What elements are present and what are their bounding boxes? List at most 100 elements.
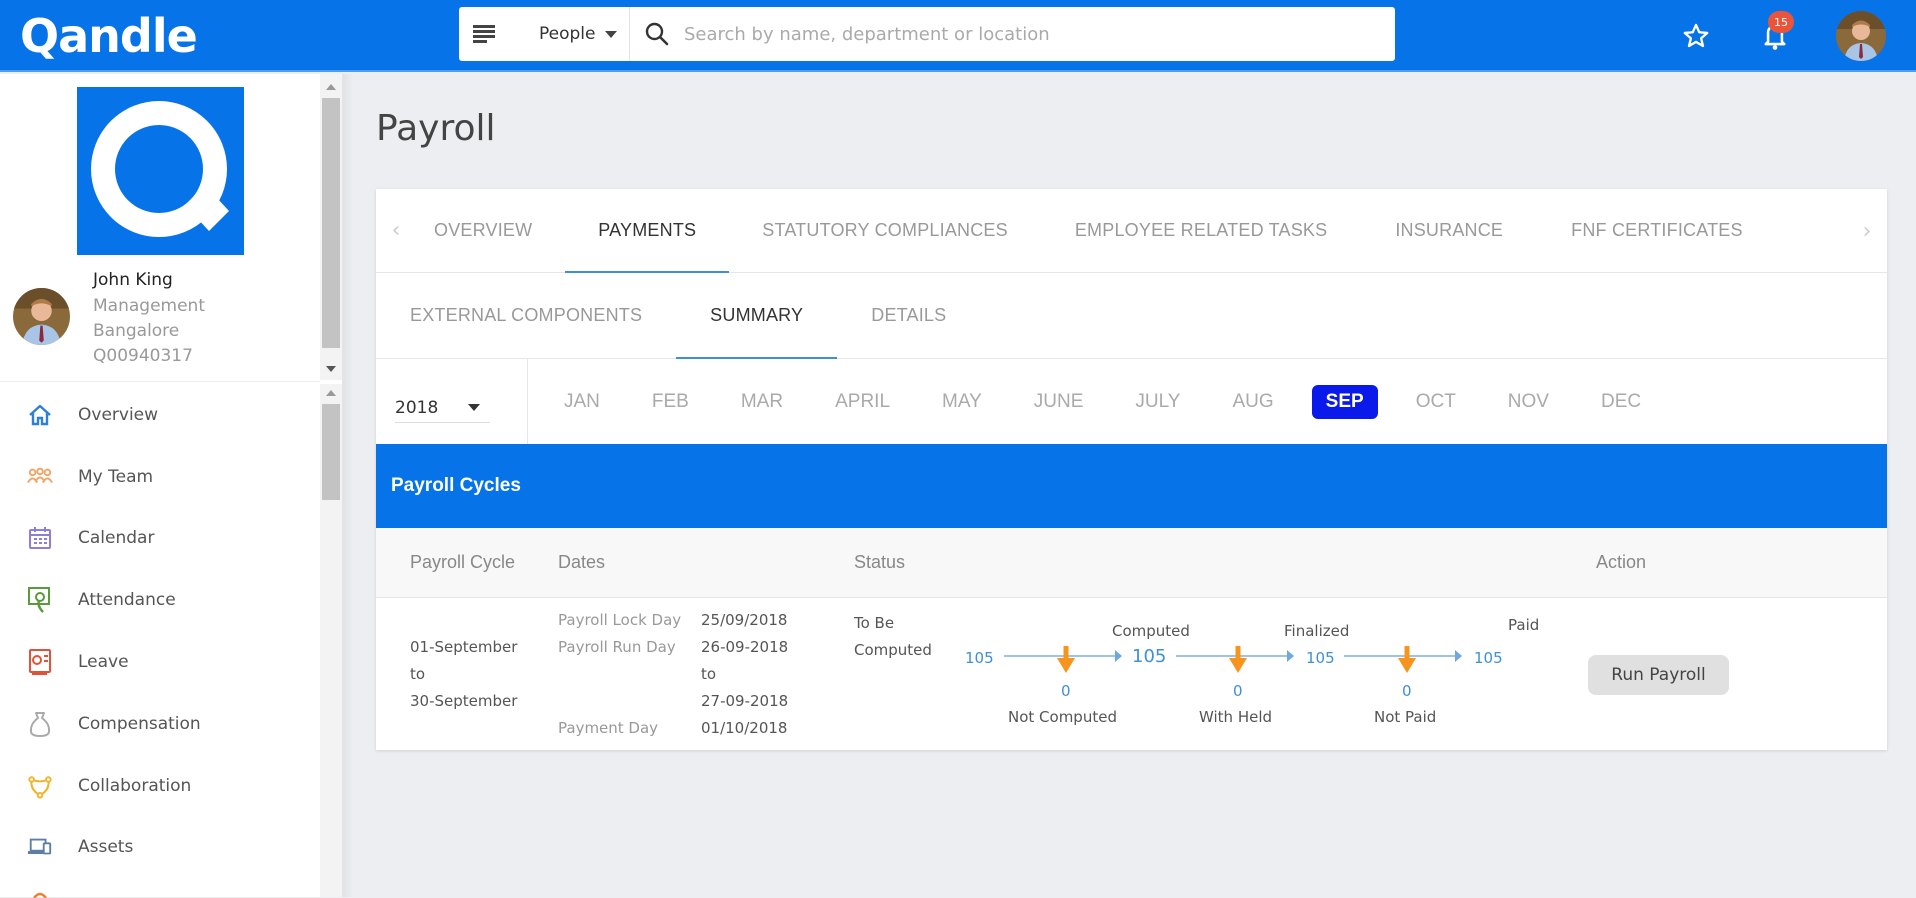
year-value: 2018: [395, 397, 439, 418]
scroll-thumb[interactable]: [322, 404, 340, 500]
scroll-thumb[interactable]: [322, 98, 340, 348]
sidebar-item-label: Assets: [78, 837, 134, 858]
year-dropdown[interactable]: 2018: [395, 393, 490, 423]
sidebar-nav: Overview My Team Calendar Attendance Lea…: [0, 384, 320, 898]
profile-department: Management: [93, 296, 205, 316]
stage-count-to-be-computed[interactable]: 105: [965, 649, 994, 667]
arrow-down-icon: [1398, 646, 1416, 673]
run-day-label: Payroll Run Day: [558, 638, 676, 656]
sidebar-item-assets[interactable]: Assets: [0, 817, 320, 879]
month-july[interactable]: JULY: [1121, 385, 1194, 419]
scroll-up-icon[interactable]: [326, 390, 336, 396]
tab-label: EMPLOYEE RELATED TASKS: [1074, 220, 1328, 240]
tab-employee-related-tasks[interactable]: EMPLOYEE RELATED TASKS: [1041, 189, 1361, 272]
tab-external-components[interactable]: EXTERNAL COMPONENTS: [376, 273, 676, 358]
tab-payments[interactable]: PAYMENTS: [565, 189, 730, 273]
sidebar-item-calendar[interactable]: Calendar: [0, 508, 320, 570]
page-title: Payroll: [376, 108, 496, 149]
month-april[interactable]: APRIL: [821, 385, 904, 419]
month-sep[interactable]: SEP: [1311, 384, 1378, 419]
sidebar-item-collaboration[interactable]: Collaboration: [0, 755, 320, 817]
nav-scrollbar[interactable]: [320, 384, 342, 897]
chevron-down-icon: [605, 30, 617, 38]
tab-insurance[interactable]: INSURANCE: [1361, 189, 1537, 272]
search-category-dropdown[interactable]: People: [509, 7, 630, 61]
tab-statutory-compliances[interactable]: STATUTORY COMPLIANCES: [729, 189, 1041, 272]
sidebar-item-label: Collaboration: [78, 775, 192, 796]
profile-location: Bangalore: [93, 321, 180, 341]
month-mar[interactable]: MAR: [727, 385, 797, 419]
month-nov[interactable]: NOV: [1494, 385, 1563, 419]
sidebar-item-attendance[interactable]: Attendance: [0, 569, 320, 631]
drop-count-with-held[interactable]: 0: [1233, 682, 1243, 700]
profile-scrollbar[interactable]: [320, 74, 342, 380]
drop-count-not-paid[interactable]: 0: [1402, 682, 1412, 700]
month-aug[interactable]: AUG: [1218, 385, 1287, 419]
top-bar: Qandle People 15: [0, 0, 1916, 72]
sidebar-item-my-team[interactable]: My Team: [0, 446, 320, 508]
arrow-down-icon: [1057, 646, 1075, 673]
calendar-icon: [27, 525, 53, 551]
month-jan[interactable]: JAN: [550, 385, 614, 419]
month-june[interactable]: JUNE: [1020, 385, 1098, 419]
run-day-from: 26-09-2018: [701, 638, 789, 656]
money-bag-icon: [27, 711, 53, 737]
tab-label: FNF CERTIFICATES: [1571, 220, 1743, 240]
tab-label: EXTERNAL COMPONENTS: [410, 305, 643, 325]
month-may[interactable]: MAY: [928, 385, 996, 419]
collaboration-icon: [27, 773, 53, 799]
drop-count-not-computed[interactable]: 0: [1061, 682, 1071, 700]
sidebar-item-label: Calendar: [78, 528, 155, 549]
sidebar: John King Management Bangalore Q00940317…: [0, 74, 343, 898]
sidebar-item-leave[interactable]: Leave: [0, 631, 320, 693]
tab-label: PAYMENTS: [598, 220, 697, 240]
search-input[interactable]: [684, 23, 1395, 45]
tab-fnf-certificates[interactable]: FNF CERTIFICATES: [1537, 189, 1777, 272]
app-logo[interactable]: Qandle: [20, 8, 198, 64]
column-header-action: Action: [1596, 552, 1647, 572]
menu-icon[interactable]: [459, 7, 509, 61]
arrow-right-icon: [1455, 650, 1462, 662]
sidebar-item-overview[interactable]: Overview: [0, 384, 320, 446]
month-dec[interactable]: DEC: [1587, 385, 1655, 419]
sidebar-item-label: Compensation: [78, 713, 201, 734]
stage-label-finalized: Finalized: [1284, 622, 1350, 640]
stage-count-finalized[interactable]: 105: [1306, 649, 1335, 667]
profile-panel: John King Management Bangalore Q00940317: [0, 74, 320, 382]
profile-avatar[interactable]: [13, 288, 70, 345]
stage-count-paid[interactable]: 105: [1474, 649, 1503, 667]
scroll-down-icon[interactable]: [326, 366, 336, 372]
tab-overview[interactable]: OVERVIEW: [416, 189, 565, 272]
run-day-to: 27-09-2018: [701, 692, 789, 710]
chevron-left-icon[interactable]: ‹: [376, 189, 416, 272]
sidebar-item-partial[interactable]: [0, 878, 320, 898]
column-header-dates: Dates: [558, 552, 606, 572]
month-oct[interactable]: OCT: [1402, 385, 1470, 419]
cycle-to: 30-September: [410, 692, 518, 710]
run-day-to-word: to: [701, 665, 717, 683]
chevron-right-icon[interactable]: ›: [1847, 189, 1887, 273]
payroll-card: ‹ OVERVIEW PAYMENTS STATUTORY COMPLIANCE…: [376, 189, 1887, 750]
leave-icon: [27, 649, 53, 676]
sidebar-item-compensation[interactable]: Compensation: [0, 693, 320, 755]
scroll-up-icon[interactable]: [326, 84, 336, 90]
star-icon[interactable]: [1678, 18, 1714, 54]
tab-summary[interactable]: SUMMARY: [676, 273, 838, 359]
month-feb[interactable]: FEB: [638, 385, 703, 419]
global-search: People: [459, 7, 1395, 61]
home-icon: [27, 402, 53, 428]
run-payroll-button[interactable]: Run Payroll: [1588, 655, 1729, 695]
stage-count-computed[interactable]: 105: [1132, 646, 1166, 667]
tab-label: OVERVIEW: [434, 220, 533, 240]
profile-employee-id: Q00940317: [93, 346, 193, 366]
attendance-icon: [27, 587, 53, 614]
month-tabs: JAN FEB MAR APRIL MAY JUNE JULY AUG SEP …: [528, 359, 1679, 444]
payment-day-value: 01/10/2018: [701, 719, 788, 737]
tab-details[interactable]: DETAILS: [837, 273, 980, 358]
cycle-to-word: to: [410, 665, 426, 683]
user-avatar[interactable]: [1836, 11, 1886, 61]
sidebar-item-label: My Team: [78, 466, 154, 487]
stage-label-computed: Computed: [1112, 622, 1190, 640]
search-icon: [630, 21, 684, 47]
table-header: Payroll Cycle Dates Status Action: [376, 528, 1887, 598]
